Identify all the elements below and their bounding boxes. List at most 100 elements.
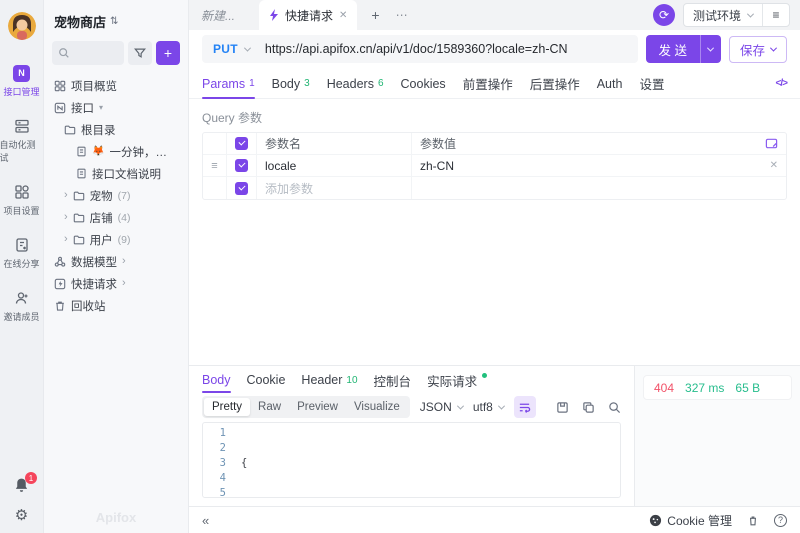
tab-label: Body [202,373,231,387]
settings-button[interactable]: ⚙ [15,508,28,523]
tab-label: Cookie [247,373,286,387]
tree-item-folder-users[interactable]: › 用户 (9) [52,229,180,250]
tab-cookies[interactable]: Cookies [401,69,446,99]
tab-response-body[interactable]: Body [202,366,231,394]
url-input[interactable]: https://api.apifox.cn/api/v1/doc/1589360… [265,42,568,56]
add-button[interactable]: + [156,41,180,65]
view-visualize[interactable]: Visualize [346,398,408,416]
tab-label: 前置操作 [463,74,513,93]
tree-item-label: 用户 [90,232,113,248]
notifications-button[interactable]: 1 [13,477,30,494]
filter-button[interactable] [128,41,152,65]
tab-post-operations[interactable]: 后置操作 [530,69,580,99]
response-body-panel: Body Cookie Header 10 控制台 实际请求 Pretty [189,366,635,506]
add-param-input[interactable]: 添加参数 [257,177,412,199]
charset-select[interactable]: utf8 [473,400,504,414]
clear-button[interactable] [747,514,759,527]
tab-settings[interactable]: 设置 [639,69,664,99]
cookie-manager-button[interactable]: Cookie 管理 [649,512,732,529]
tree-item-apis[interactable]: 接口 ▾ [52,97,180,118]
tree-item-data-models[interactable]: 数据模型 › [52,251,180,272]
tab-params[interactable]: Params 1 [202,69,255,99]
close-icon[interactable]: ✕ [339,10,347,21]
tree-item-recycle-bin[interactable]: 回收站 [52,295,180,316]
request-bar: PUT https://api.apifox.cn/api/v1/doc/158… [189,30,800,69]
tree-item-label: 项目概览 [71,78,117,94]
collapse-panel-button[interactable]: « [202,513,209,528]
response-meta-panel: 404 327 ms 65 B [635,366,800,506]
environment-name: 测试环境 [693,7,741,24]
help-button[interactable]: ? [774,514,787,527]
tree-item-label: 快捷请求 [71,276,117,292]
sidebar-item-invite-members[interactable]: 邀请成员 [0,289,44,323]
project-switcher[interactable]: 宠物商店 ⇅ [52,10,180,41]
sidebar-item-project-settings[interactable]: 项目设置 [0,183,44,217]
value-cell[interactable] [412,177,786,199]
tab-quick-request[interactable]: 快捷请求 ✕ [259,0,357,30]
tree-item-label: 接口文档说明 [92,166,161,182]
environment-menu-button[interactable]: ≡ [762,4,789,26]
left-nav-rail: N 接口管理 自动化测试 项目设置 在线分享 [0,0,44,533]
tree-item-folder-pets[interactable]: › 宠物 (7) [52,185,180,206]
tab-console[interactable]: 控制台 [374,366,412,394]
format-select[interactable]: JSON [420,400,463,414]
line-number: 1 [203,426,226,441]
tree-item-label: 根目录 [81,122,116,138]
rail-item-label: 项目设置 [3,204,39,217]
avatar[interactable] [8,12,36,40]
param-value-input[interactable]: zh-CN [420,159,454,173]
tree-item-root-folder[interactable]: 根目录 [52,119,180,140]
send-button[interactable]: 发 送 [646,35,721,63]
save-response-button[interactable] [556,401,569,414]
apifox-app: N 接口管理 自动化测试 项目设置 在线分享 [0,0,800,533]
sync-icon: ⟳ [659,8,669,22]
search-response-button[interactable] [608,401,621,414]
search-input[interactable] [52,41,124,65]
view-raw[interactable]: Raw [250,398,289,416]
send-options-button[interactable] [700,35,721,63]
tree-item-doc-readme[interactable]: 接口文档说明 [52,163,180,184]
param-enabled-checkbox[interactable] [235,159,248,172]
tree-item-quick-request[interactable]: 快捷请求 › [52,273,180,294]
environment-select[interactable]: 测试环境 [684,4,762,26]
copy-response-button[interactable] [582,401,595,414]
save-button[interactable]: 保存 [729,36,787,63]
doc-icon [76,146,87,157]
tab-body[interactable]: Body 3 [272,69,310,99]
tab-actual-request[interactable]: 实际请求 [427,366,487,394]
new-param-checkbox[interactable] [235,182,248,195]
doc-icon [76,168,87,179]
view-pretty[interactable]: Pretty [204,398,250,416]
response-code-editor[interactable]: 1 2 3 4 5 { "success": false, "errorCode… [202,422,621,498]
delete-param-icon[interactable]: ✕ [770,160,778,171]
chevron-down-icon [498,402,505,409]
tab-auth[interactable]: Auth [597,69,623,99]
method-select[interactable]: PUT [213,42,250,56]
view-preview[interactable]: Preview [289,398,346,416]
drag-handle[interactable]: ≡ [203,155,227,176]
select-all-checkbox[interactable] [235,137,248,150]
new-tab-button[interactable]: + [371,7,379,23]
tab-headers[interactable]: Headers 6 [327,69,384,99]
tab-response-cookie[interactable]: Cookie [247,366,286,394]
invite-members-icon [13,289,31,307]
tab-response-header[interactable]: Header 10 [301,366,357,394]
batch-edit-icon[interactable] [765,137,778,150]
sync-button[interactable]: ⟳ [653,4,675,26]
param-name-input[interactable]: locale [257,155,412,176]
tab-pre-operations[interactable]: 前置操作 [463,69,513,99]
sidebar-item-online-share[interactable]: 在线分享 [0,236,44,270]
generate-code-icon[interactable]: </> [776,78,787,89]
word-wrap-button[interactable] [514,396,536,418]
tree-item-folder-shop[interactable]: › 店铺 (4) [52,207,180,228]
search-icon [58,47,70,59]
rail-nav: N 接口管理 自动化测试 项目设置 在线分享 [0,64,44,323]
status-badge: 404 [654,381,674,395]
sidebar-item-automation-test[interactable]: 自动化测试 [0,117,44,164]
more-tabs-button[interactable]: ⋯ [396,8,409,22]
tree-item-overview[interactable]: 项目概览 [52,75,180,96]
tab-new[interactable]: 新建... [201,7,235,24]
tree-item-doc-intro[interactable]: 🦊 一分钟，了解 Apifox! [52,141,180,162]
tab-label: 后置操作 [530,74,580,93]
sidebar-item-api-management[interactable]: N 接口管理 [0,64,44,98]
